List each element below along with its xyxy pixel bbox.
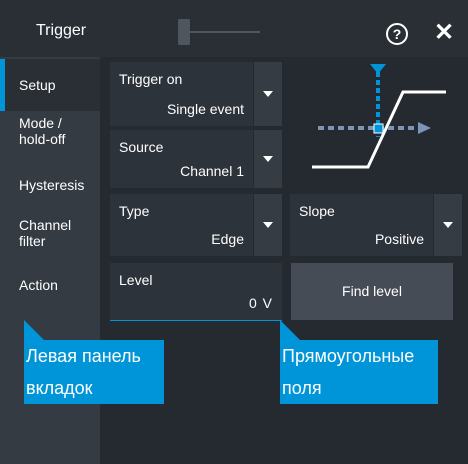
close-icon[interactable]: ✕ bbox=[434, 18, 454, 47]
drag-handle[interactable] bbox=[178, 19, 190, 45]
trigger-on-value: Single event bbox=[166, 101, 244, 117]
tab-label: Setup bbox=[19, 77, 56, 93]
active-tab-marker bbox=[0, 59, 5, 111]
callout-fields: Прямоугольные поля bbox=[280, 340, 438, 404]
source-dropdown[interactable] bbox=[254, 130, 282, 188]
type-label: Type bbox=[119, 203, 150, 219]
tab-label: Channel filter bbox=[19, 217, 72, 249]
trigger-on-field[interactable]: Trigger on Single event bbox=[110, 62, 253, 126]
find-level-button[interactable]: Find level bbox=[291, 263, 453, 320]
callout-fields-line2: поля bbox=[282, 378, 322, 398]
trigger-on-dropdown[interactable] bbox=[254, 62, 282, 126]
callout-left-panel: Левая панель вкладок bbox=[24, 340, 164, 404]
slope-field[interactable]: Slope Positive bbox=[290, 194, 433, 256]
trigger-on-label: Trigger on bbox=[119, 71, 183, 87]
tab-hysteresis[interactable]: Hysteresis bbox=[0, 167, 100, 203]
tab-label: Hysteresis bbox=[19, 177, 85, 193]
chevron-down-icon bbox=[263, 222, 273, 228]
slope-dropdown[interactable] bbox=[434, 194, 462, 256]
slope-label: Slope bbox=[299, 203, 335, 219]
type-field[interactable]: Type Edge bbox=[110, 194, 253, 256]
type-value: Edge bbox=[211, 231, 244, 247]
tab-label: Mode / hold-off bbox=[19, 115, 66, 147]
chevron-down-icon bbox=[263, 91, 273, 97]
chevron-down-icon bbox=[443, 222, 453, 228]
drag-track bbox=[185, 31, 260, 33]
level-value: 0 V bbox=[248, 295, 273, 311]
source-field[interactable]: Source Channel 1 bbox=[110, 130, 253, 188]
type-dropdown[interactable] bbox=[254, 194, 282, 256]
callout-fields-line1: Прямоугольные bbox=[282, 346, 415, 366]
tab-label: Action bbox=[19, 277, 58, 293]
dialog-title: Trigger bbox=[36, 22, 87, 39]
tab-channel-filter[interactable]: Channel filter bbox=[0, 213, 100, 257]
source-value: Channel 1 bbox=[180, 163, 244, 179]
tab-mode-holdoff[interactable]: Mode / hold-off bbox=[0, 115, 100, 163]
title-bar[interactable]: Trigger ? ✕ bbox=[0, 0, 468, 64]
callout-left-line2: вкладок bbox=[26, 378, 93, 398]
chevron-down-icon bbox=[263, 156, 273, 162]
edge-trigger-diagram-icon bbox=[312, 64, 446, 169]
trigger-dialog: Trigger ? ✕ Setup Mode / hold-off Hyster… bbox=[0, 0, 468, 464]
tab-action[interactable]: Action bbox=[0, 267, 100, 303]
help-icon[interactable]: ? bbox=[386, 23, 408, 45]
tab-setup[interactable]: Setup bbox=[0, 59, 100, 111]
callout-left-line1: Левая панель bbox=[26, 346, 141, 366]
slope-value: Positive bbox=[374, 231, 424, 247]
level-label: Level bbox=[119, 272, 153, 288]
source-label: Source bbox=[119, 139, 164, 155]
level-field[interactable]: Level 0 V bbox=[110, 263, 282, 320]
